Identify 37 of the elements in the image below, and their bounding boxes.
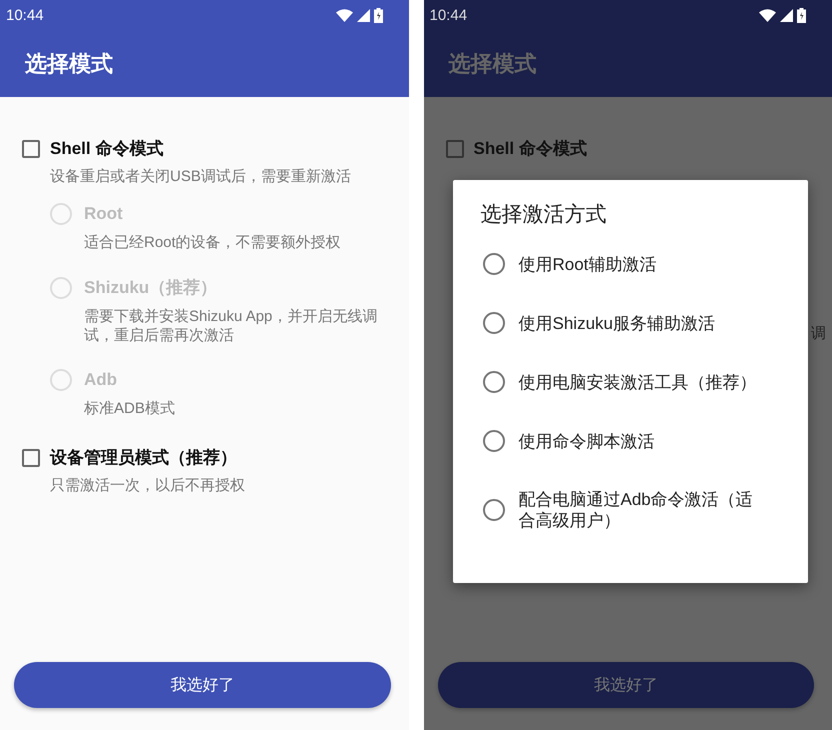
option-description: 标准ADB模式 [84,399,176,418]
app-title: 选择模式 [25,50,113,78]
mode-description: 只需激活一次，以后不再授权 [50,476,246,495]
signal-icon [780,8,793,22]
option-label: Adb [84,370,118,390]
status-time: 10:44 [430,6,468,24]
mode-label: Shell 命令模式 [474,138,587,160]
mode-label: Shell 命令模式 [50,138,164,160]
radio-button[interactable] [482,430,504,452]
option-label: Root [84,204,123,224]
mode-label: 设备管理员模式（推荐） [50,447,237,469]
app-title: 选择模式 [448,50,536,78]
option-description: 适合已经Root的设备，不需要额外授权 [84,233,342,252]
description-fragment: 调 [811,324,826,343]
option-label[interactable]: 使用命令脚本激活 [518,430,654,452]
wifi-icon [759,8,776,22]
radio-button[interactable] [482,371,504,393]
status-time: 10:44 [6,6,44,24]
radio-button[interactable] [482,499,504,521]
option-label[interactable]: 使用Root辅助激活 [518,254,656,274]
radio-button[interactable] [482,253,504,275]
battery-icon [797,8,806,22]
battery-icon [374,8,382,22]
checkbox[interactable] [22,448,40,466]
radio-button[interactable] [482,312,504,334]
option-label[interactable]: 使用Shizuku服务辅助激活 [518,312,715,334]
checkbox[interactable] [22,140,40,158]
signal-icon [356,8,370,22]
wifi-icon [336,8,352,22]
option-label: Shizuku（推荐） [84,277,218,299]
mode-description: 设备重启或者关闭USB调试后，需要重新激活 [50,167,352,186]
dialog-title: 选择激活方式 [480,202,608,228]
option-label[interactable]: 配合电脑通过Adb命令激活（适合高级用户） [518,489,764,531]
confirm-button[interactable]: 我选好了 [14,662,390,708]
option-description: 需要下载并安装Shizuku App，并开启无线调试，重启后需再次激活 [84,307,378,345]
checkbox[interactable] [446,140,464,158]
option-label[interactable]: 使用电脑安装激活工具（推荐） [518,372,756,392]
